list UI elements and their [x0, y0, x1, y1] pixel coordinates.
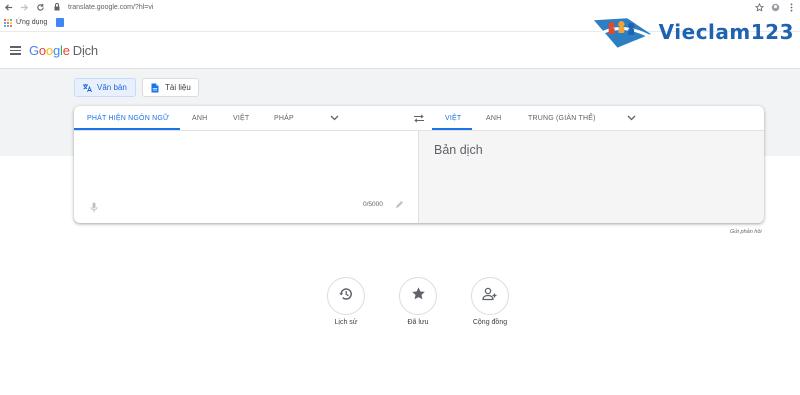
mode-document-label: Tài liệu	[165, 83, 191, 92]
source-lang-vietnamese[interactable]: VIỆT	[233, 106, 249, 131]
target-tab-underline	[432, 128, 472, 130]
target-lang-label: TRUNG (GIẢN THỂ)	[528, 115, 596, 122]
brand-letter: G	[29, 43, 39, 58]
pencil-icon[interactable]	[394, 199, 404, 209]
history-label: Lịch sử	[334, 319, 358, 326]
mode-text-button[interactable]: Văn bản	[74, 78, 136, 97]
brand-letter: o	[45, 43, 53, 58]
history-button[interactable]: Lịch sử	[316, 277, 376, 326]
microphone-icon[interactable]	[88, 201, 100, 213]
brand-letter: g	[52, 43, 61, 58]
source-more-chevron-down-icon[interactable]	[329, 113, 339, 123]
apps-icon[interactable]	[4, 18, 12, 27]
product-name: Dịch	[72, 43, 98, 58]
community-label: Cộng đồng	[472, 319, 508, 326]
char-counter: 0/5000	[363, 201, 383, 208]
bookmark-doc-icon[interactable]	[56, 18, 65, 27]
mode-text-label: Văn bản	[97, 83, 127, 92]
source-text-input[interactable]	[74, 131, 418, 223]
source-lang-label: ANH	[192, 115, 208, 122]
history-icon	[338, 286, 354, 307]
saved-label: Đã lưu	[407, 319, 429, 326]
target-lang-chinese[interactable]: TRUNG (GIẢN THỂ)	[528, 106, 596, 131]
bookmark-star-icon[interactable]	[754, 2, 764, 12]
translation-placeholder: Bản dịch	[434, 143, 483, 157]
profile-icon[interactable]	[770, 2, 780, 12]
translation-output: Bản dịch	[419, 131, 764, 223]
community-button[interactable]: Cộng đồng	[460, 277, 520, 326]
more-menu-icon[interactable]	[786, 2, 796, 12]
source-lang-english[interactable]: ANH	[192, 106, 207, 131]
lock-icon	[52, 2, 62, 12]
send-feedback-link[interactable]: Gửi phản hồi	[730, 229, 762, 235]
translation-card: PHÁT HIỆN NGÔN NGỮ ANH VIỆT PHÁP VIỆT AN…	[74, 106, 764, 223]
target-lang-label: VIỆT	[445, 115, 462, 122]
reload-icon[interactable]	[32, 0, 48, 14]
source-lang-label: PHÁT HIỆN NGÔN NGỮ	[87, 115, 170, 122]
forward-icon[interactable]	[16, 0, 32, 14]
saved-button[interactable]: Đã lưu	[388, 277, 448, 326]
source-tab-underline	[74, 128, 180, 130]
hamburger-menu-icon[interactable]	[2, 38, 28, 64]
document-icon	[150, 83, 160, 93]
source-lang-label: VIỆT	[233, 115, 250, 122]
community-icon	[482, 287, 498, 306]
url-text: translate.google.com/?hl=vi	[68, 3, 154, 11]
translate-icon	[82, 83, 92, 93]
language-bar: PHÁT HIỆN NGÔN NGỮ ANH VIỆT PHÁP VIỆT AN…	[74, 106, 764, 131]
source-lang-label: PHÁP	[274, 115, 294, 122]
star-icon	[411, 286, 426, 306]
google-translate-logo[interactable]: Google Dịch	[29, 43, 98, 58]
source-lang-french[interactable]: PHÁP	[274, 106, 294, 131]
browser-toolbar: translate.google.com/?hl=vi	[0, 0, 800, 14]
mode-document-button[interactable]: Tài liệu	[142, 78, 199, 97]
address-bar[interactable]: translate.google.com/?hl=vi	[52, 1, 752, 13]
target-more-chevron-down-icon[interactable]	[626, 113, 636, 123]
back-icon[interactable]	[0, 0, 16, 14]
app-header: Google Dịch	[0, 33, 800, 69]
swap-languages-icon[interactable]	[413, 113, 425, 123]
brand-letter: e	[62, 43, 70, 58]
target-lang-english[interactable]: ANH	[486, 106, 501, 131]
target-lang-label: ANH	[486, 115, 502, 122]
brand-letter: o	[38, 43, 46, 58]
bookmark-apps-label[interactable]: Ứng dụng	[16, 19, 47, 26]
